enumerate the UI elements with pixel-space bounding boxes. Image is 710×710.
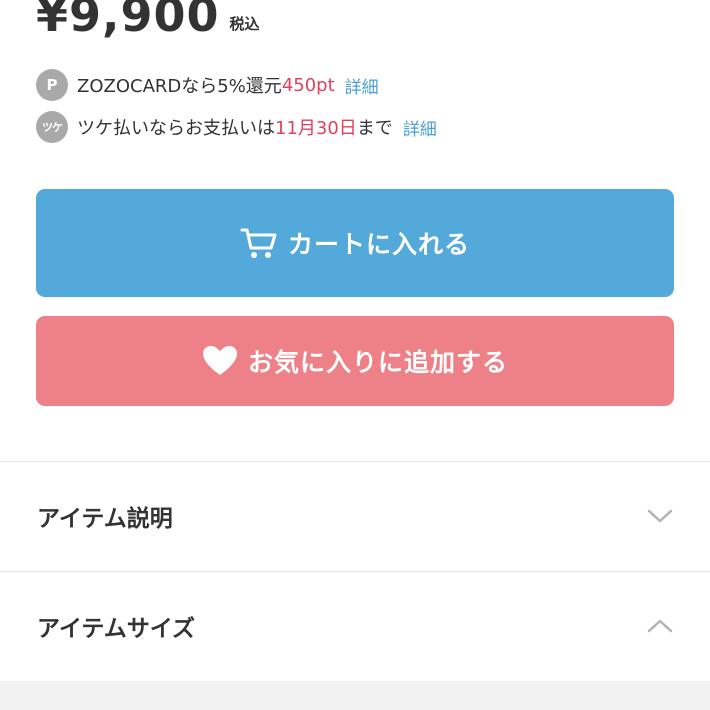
points-badge-icon: P bbox=[36, 69, 68, 101]
cart-icon bbox=[240, 226, 278, 260]
add-to-cart-label: カートに入れる bbox=[287, 230, 470, 259]
add-to-favorites-label: お気に入りに追加する bbox=[247, 348, 508, 377]
tsuke-badge-icon: ツケ bbox=[36, 111, 68, 143]
add-to-favorites-button[interactable]: お気に入りに追加する bbox=[36, 316, 674, 406]
heart-icon bbox=[202, 345, 238, 377]
points-detail-link[interactable]: 詳細 bbox=[345, 73, 379, 98]
price-row: ¥9,900 税込 bbox=[36, 0, 260, 38]
accordion-item-size[interactable]: アイテムサイズ bbox=[0, 572, 710, 680]
accordion-title-size: アイテムサイズ bbox=[37, 616, 196, 642]
points-value: 450pt bbox=[281, 74, 335, 96]
accordion-title-description: アイテム説明 bbox=[37, 506, 173, 532]
tsuke-text: ツケ払いならお支払いは bbox=[77, 118, 275, 139]
tsuke-suffix: まで bbox=[356, 118, 393, 139]
chevron-up-icon bbox=[647, 619, 673, 633]
accordion-item-description[interactable]: アイテム説明 bbox=[0, 462, 710, 570]
add-to-cart-button[interactable]: カートに入れる bbox=[36, 189, 674, 297]
tsuke-date: 11月30日 bbox=[275, 118, 357, 139]
chevron-down-icon bbox=[647, 509, 673, 523]
points-text: ZOZOCARDなら5%還元 bbox=[77, 76, 282, 97]
tax-label: 税込 bbox=[229, 15, 260, 33]
tsuke-detail-link[interactable]: 詳細 bbox=[403, 115, 437, 140]
points-info: P ZOZOCARDなら5%還元 450pt 詳細 bbox=[36, 69, 379, 101]
tsuke-info: ツケ ツケ払いならお支払いは 11月30日 まで 詳細 bbox=[36, 111, 437, 143]
bottom-section-background bbox=[0, 681, 710, 710]
price-value: ¥9,900 bbox=[36, 0, 220, 42]
